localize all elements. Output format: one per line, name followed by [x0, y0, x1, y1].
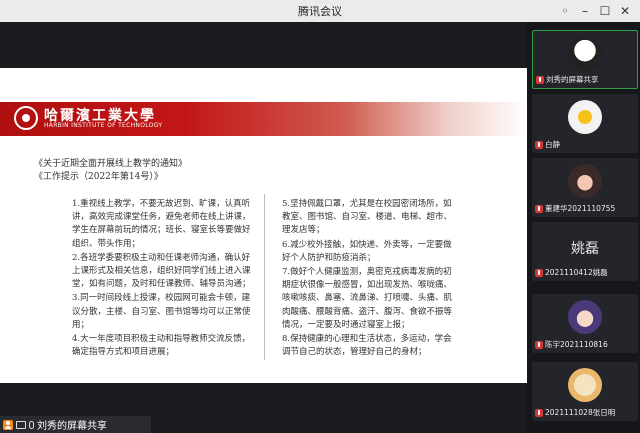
notice-line: 《关于近期全面开展线上教学的通知》 [34, 159, 188, 169]
university-banner: 哈爾濱工業大學 HARBIN INSTITUTE OF TECHNOLOGY [0, 102, 527, 136]
notice-line: 《工作提示（2022年第14号）》 [34, 172, 163, 182]
participant-name: 陈宇2021110816 [545, 340, 608, 349]
maximize-icon[interactable]: ☐ [596, 2, 614, 19]
close-icon[interactable]: ✕ [616, 2, 634, 19]
participant-tile[interactable]: 刘秀的屏幕共享 [532, 30, 638, 89]
slide-item: 6.减少校外接触，如快递、外卖等，一定要做好个人防护和防疫消杀； [282, 239, 452, 263]
microphone-icon [536, 75, 544, 84]
boy-avatar-icon [568, 300, 602, 334]
title-bar: 腾讯会议 ◦ – ☐ ✕ [0, 0, 640, 23]
participant-name: 2021111028张日明 [545, 408, 616, 417]
cat-avatar-icon [568, 368, 602, 402]
user-icon [3, 419, 13, 430]
anime-avatar-icon [568, 37, 602, 71]
slide-item: 7.做好个人健康监测，奥密克戎病毒发病的初期症状很像一般感冒，如出现发热、喉咙痛… [282, 267, 453, 330]
participant-tile[interactable]: 白静 [532, 94, 638, 153]
notice-heading: 《关于近期全面开展线上教学的通知》 《工作提示（2022年第14号）》 [34, 158, 187, 184]
girl-avatar-icon [568, 164, 602, 198]
participant-tile[interactable]: 2021111028张日明 [532, 362, 638, 421]
university-emblem-icon [14, 106, 38, 130]
column-divider [264, 194, 265, 360]
participant-tile[interactable]: 姚磊 2021110412姚磊 [532, 222, 638, 281]
slide-item: 3.同一时间段线上授课，校园网可能会卡顿，建议分散，主楼、自习室、图书馆等均可以… [72, 293, 251, 330]
slide-item: 2.各班学委要积极主动和任课老师沟通，确认好上课形式及相关信息，组织好同学们线上… [72, 252, 251, 290]
minimize-icon[interactable]: – [576, 2, 594, 19]
screen-share-view: 哈爾濱工業大學 HARBIN INSTITUTE OF TECHNOLOGY 《… [0, 22, 527, 433]
window-title: 腾讯会议 [298, 5, 342, 18]
shared-slide: 哈爾濱工業大學 HARBIN INSTITUTE OF TECHNOLOGY 《… [0, 68, 527, 383]
participant-initials: 姚磊 [571, 241, 599, 257]
slide-item: 8.保持健康的心理和生活状态，多运动，学会调节自己的状态，管理好自己的身材； [282, 334, 452, 358]
window-controls: ◦ – ☐ ✕ [556, 2, 634, 19]
participant-tile[interactable]: 董建华2021110755 [532, 158, 638, 217]
share-label: 刘秀的屏幕共享 [37, 421, 107, 432]
microphone-icon [535, 204, 543, 213]
slide-column-left: 1.重视线上教学，不要无故迟到、旷课，认真听讲，高效完成课堂任务，避免老师在线上… [72, 198, 252, 360]
participant-name: 白静 [545, 140, 560, 149]
microphone-icon [535, 408, 543, 417]
microphone-icon [535, 340, 543, 349]
slide-item: 4.大一年度项目积极主动和指导教师交流反馈，确定指导方式和项目进展； [72, 334, 251, 358]
slide-column-right: 5.坚持佩戴口罩，尤其是在校园密闭场所，如教室、图书馆、自习室、楼道、电梯、超市… [282, 198, 458, 360]
slide-item: 1.重视线上教学，不要无故迟到、旷课，认真听讲，高效完成课堂任务，避免老师在线上… [72, 199, 251, 249]
participant-name: 董建华2021110755 [545, 204, 616, 213]
participant-panel: 刘秀的屏幕共享 白静 董建华2021110755 姚磊 2021110412姚磊… [527, 22, 640, 433]
participant-name: 2021110412姚磊 [545, 268, 608, 277]
sun-avatar-icon [568, 100, 602, 134]
participant-tile[interactable]: 陈宇2021110816 [532, 294, 638, 353]
microphone-icon [29, 420, 34, 429]
participant-name: 刘秀的屏幕共享 [546, 75, 599, 84]
slide-item: 5.坚持佩戴口罩，尤其是在校园密闭场所，如教室、图书馆、自习室、楼道、电梯、超市… [282, 199, 453, 236]
university-name-en: HARBIN INSTITUTE OF TECHNOLOGY [44, 122, 163, 129]
pin-icon[interactable]: ◦ [556, 2, 574, 19]
screen-share-icon [16, 420, 26, 429]
screen-share-indicator[interactable]: 刘秀的屏幕共享 [0, 416, 151, 433]
microphone-icon [535, 268, 543, 277]
microphone-icon [535, 140, 543, 149]
